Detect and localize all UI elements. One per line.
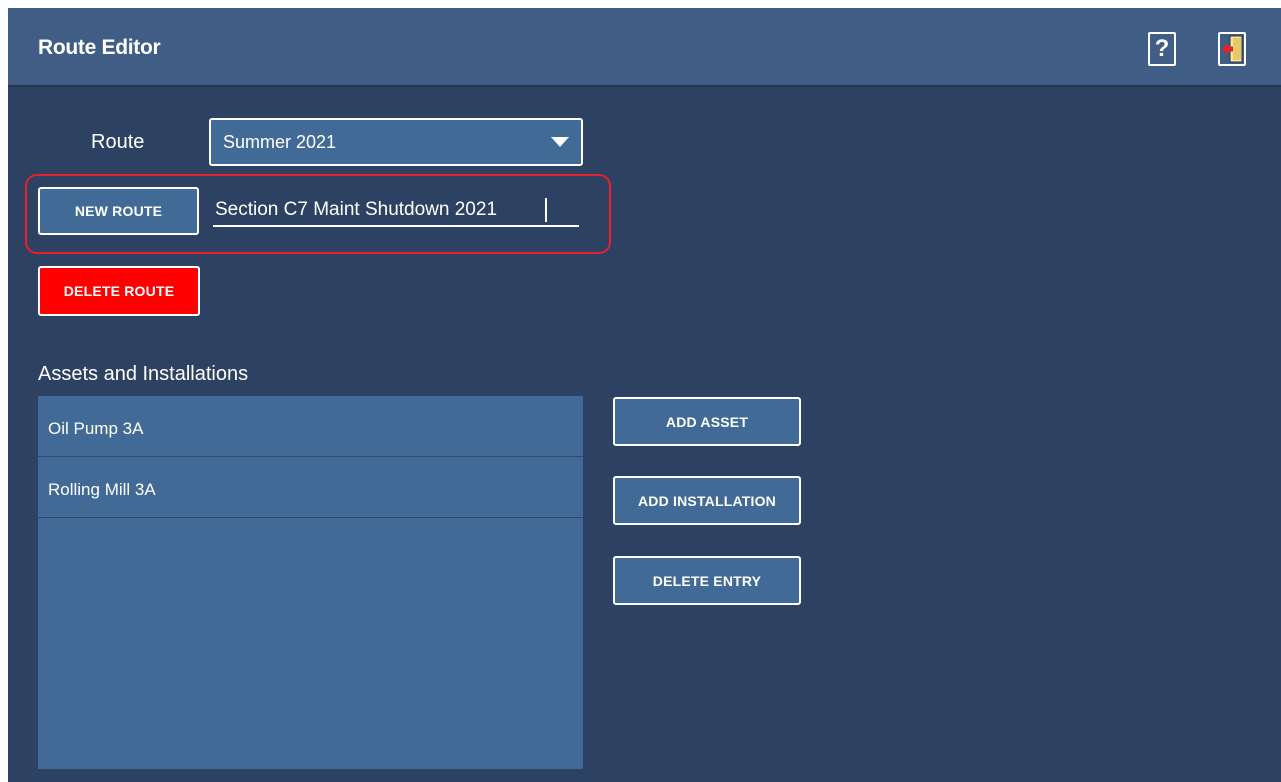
assets-list[interactable]: Oil Pump 3A Rolling Mill 3A: [38, 396, 583, 769]
route-label: Route: [91, 131, 145, 153]
text-cursor: [545, 198, 547, 222]
exit-door-icon: [1222, 35, 1243, 63]
assets-section-label: Assets and Installations: [38, 363, 249, 385]
app-header: Route Editor ?: [8, 8, 1281, 87]
delete-entry-button[interactable]: DELETE ENTRY: [613, 556, 801, 605]
route-dropdown[interactable]: Summer 2021: [209, 118, 583, 166]
route-name-input[interactable]: [213, 194, 579, 227]
add-installation-button[interactable]: ADD INSTALLATION: [613, 476, 801, 525]
route-editor-window: Route Editor ? Route Summer 2021 NEW ROU…: [8, 8, 1281, 782]
exit-button[interactable]: [1218, 32, 1246, 66]
list-item[interactable]: Oil Pump 3A: [38, 396, 583, 457]
help-button[interactable]: ?: [1148, 32, 1176, 66]
new-route-button[interactable]: NEW ROUTE: [38, 187, 199, 235]
delete-route-button[interactable]: DELETE ROUTE: [38, 266, 200, 316]
list-item[interactable]: Rolling Mill 3A: [38, 457, 583, 518]
caret-down-icon: [551, 137, 569, 147]
help-icon: ?: [1154, 35, 1170, 62]
add-asset-button[interactable]: ADD ASSET: [613, 397, 801, 446]
route-selected-value: Summer 2021: [223, 131, 337, 152]
page-title: Route Editor: [38, 36, 161, 59]
